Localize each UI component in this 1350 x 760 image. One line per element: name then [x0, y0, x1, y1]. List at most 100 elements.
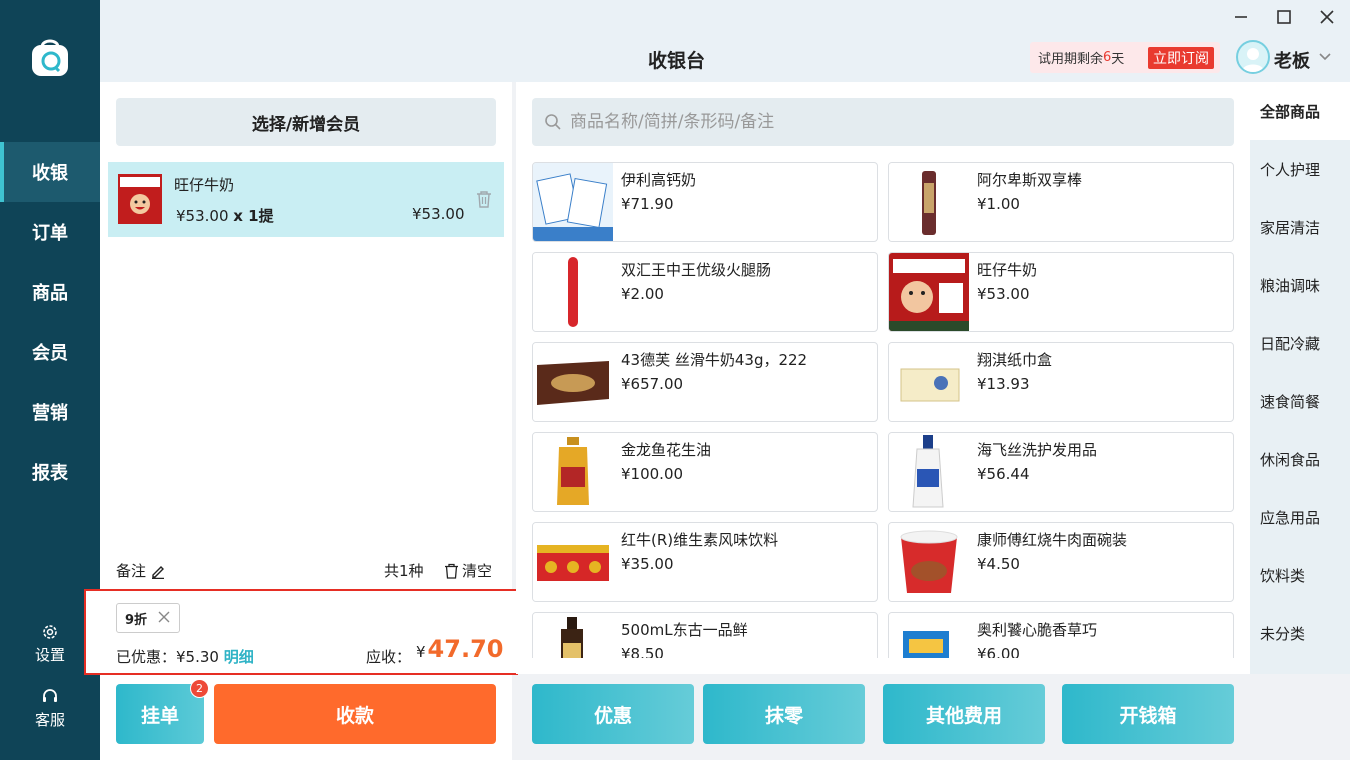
nav-label: 营销: [32, 403, 68, 424]
clear-cart-button[interactable]: 清空: [444, 560, 492, 581]
remark-button[interactable]: 备注: [116, 560, 166, 581]
saved-label: 已优惠：: [116, 648, 177, 666]
product-image: [889, 523, 969, 601]
due-amount: ¥47.70: [416, 635, 503, 663]
cart-item[interactable]: 旺仔牛奶 ¥53.00 x 1提 ¥53.00: [108, 162, 504, 237]
product-name: 阿尔卑斯双享棒: [977, 171, 1083, 189]
page-title: 收银台: [648, 50, 706, 72]
round-off-button[interactable]: 抹零: [703, 684, 865, 744]
chevron-down-icon[interactable]: [1318, 52, 1332, 62]
product-card[interactable]: 奥利饕心脆香草巧 ¥6.00: [888, 612, 1234, 658]
category-item[interactable]: 个人护理: [1250, 140, 1350, 198]
product-image: [533, 613, 613, 658]
category-item[interactable]: 粮油调味: [1250, 256, 1350, 314]
product-price: ¥53.00: [977, 285, 1030, 303]
product-card[interactable]: 500mL东古一品鲜 ¥8.50: [532, 612, 878, 658]
search-bar: [532, 98, 1234, 146]
cart-item-subtotal: ¥53.00: [412, 205, 465, 223]
product-name: 双汇王中王优级火腿肠: [621, 261, 772, 279]
headset-icon: [43, 689, 57, 702]
nav-marketing[interactable]: 营销: [0, 382, 100, 442]
due-value: 47.70: [427, 635, 504, 663]
product-card[interactable]: 翔淇纸巾盒 ¥13.93: [888, 342, 1234, 422]
product-card[interactable]: 旺仔牛奶 ¥53.00: [888, 252, 1234, 332]
category-item[interactable]: 家居清洁: [1250, 198, 1350, 256]
product-name: 翔淇纸巾盒: [977, 351, 1053, 369]
nav-members[interactable]: 会员: [0, 322, 100, 382]
trial-unit: 天: [1111, 52, 1125, 67]
checkout-button[interactable]: 收款: [214, 684, 496, 744]
nav-reports[interactable]: 报表: [0, 442, 100, 502]
category-item[interactable]: 未分类: [1250, 604, 1350, 662]
other-fees-button[interactable]: 其他费用: [883, 684, 1045, 744]
minimize-icon[interactable]: [1230, 6, 1252, 28]
edit-icon: [152, 565, 165, 579]
discount-tag[interactable]: 9折: [116, 603, 180, 633]
saved-amount: 已优惠：¥5.30 明细: [116, 646, 254, 667]
close-icon[interactable]: [156, 609, 172, 625]
gear-icon: [43, 625, 57, 639]
product-price: ¥100.00: [621, 465, 684, 483]
trial-banner: 试用期剩余 6 天 立即订阅: [1030, 42, 1220, 73]
product-card[interactable]: 43德芙 丝滑牛奶43g，222 ¥657.00: [532, 342, 878, 422]
cart-item-unit-price: ¥53.00: [176, 207, 229, 225]
product-image: [889, 613, 969, 658]
clear-label: 清空: [462, 562, 493, 580]
topbar: 收银台 试用期剩余 6 天 立即订阅 老板: [100, 0, 1350, 82]
discount-tag-label: 9折: [125, 612, 148, 628]
avatar[interactable]: [1236, 40, 1270, 74]
product-name: 海飞丝洗护发用品: [977, 441, 1098, 459]
user-icon: [1242, 48, 1264, 72]
product-card[interactable]: 金龙鱼花生油 ¥100.00: [532, 432, 878, 512]
support-button[interactable]: 客服: [0, 688, 100, 730]
detail-link[interactable]: 明细: [224, 648, 254, 666]
select-member-button[interactable]: 选择/新增会员: [116, 98, 496, 146]
category-item[interactable]: 休闲食品: [1250, 430, 1350, 488]
product-name: 金龙鱼花生油: [621, 441, 712, 459]
cart-item-name: 旺仔牛奶: [174, 176, 235, 194]
product-name: 500mL东古一品鲜: [621, 621, 748, 639]
nav-products[interactable]: 商品: [0, 262, 100, 322]
maximize-icon[interactable]: [1273, 6, 1295, 28]
category-item[interactable]: 日配冷藏: [1250, 314, 1350, 372]
discount-button[interactable]: 优惠: [532, 684, 694, 744]
category-item[interactable]: 速食简餐: [1250, 372, 1350, 430]
product-price: ¥657.00: [621, 375, 684, 393]
user-name[interactable]: 老板: [1274, 47, 1310, 73]
nav-label: 报表: [32, 463, 68, 484]
category-item[interactable]: 应急用品: [1250, 488, 1350, 546]
product-card[interactable]: 海飞丝洗护发用品 ¥56.44: [888, 432, 1234, 512]
nav-cashier[interactable]: 收银: [0, 142, 100, 202]
product-name: 红牛(R)维生素风味饮料: [621, 531, 779, 549]
product-name: 康师傅红烧牛肉面碗装: [977, 531, 1128, 549]
saved-value: ¥5.30: [176, 648, 219, 666]
close-icon[interactable]: [1316, 6, 1338, 28]
category-item[interactable]: 饮料类: [1250, 546, 1350, 604]
search-input[interactable]: [570, 98, 1220, 146]
product-card[interactable]: 康师傅红烧牛肉面碗装 ¥4.50: [888, 522, 1234, 602]
trash-icon[interactable]: [476, 190, 492, 208]
product-image: [889, 163, 969, 241]
product-image: [533, 523, 613, 601]
product-card[interactable]: 红牛(R)维生素风味饮料 ¥35.00: [532, 522, 878, 602]
product-price: ¥1.00: [977, 195, 1020, 213]
search-icon: [545, 114, 561, 130]
product-price: ¥56.44: [977, 465, 1030, 483]
product-image: [533, 253, 613, 331]
trial-text: 试用期剩余: [1038, 52, 1104, 67]
product-name: 伊利高钙奶: [621, 171, 697, 189]
nav-orders[interactable]: 订单: [0, 202, 100, 262]
app-logo-icon: [32, 39, 68, 76]
nav-label: 会员: [32, 343, 68, 364]
product-card[interactable]: 伊利高钙奶 ¥71.90: [532, 162, 878, 242]
product-card[interactable]: 阿尔卑斯双享棒 ¥1.00: [888, 162, 1234, 242]
trial-days: 6: [1103, 50, 1112, 65]
cart-panel: 选择/新增会员 旺仔牛奶 ¥53.00 x 1提 ¥53.00 备注 共1种 清…: [84, 82, 518, 760]
subscribe-button[interactable]: 立即订阅: [1148, 47, 1214, 69]
product-image: [533, 433, 613, 511]
product-price: ¥4.50: [977, 555, 1020, 573]
product-price: ¥6.00: [977, 645, 1020, 658]
product-card[interactable]: 双汇王中王优级火腿肠 ¥2.00: [532, 252, 878, 332]
category-all[interactable]: 全部商品: [1250, 82, 1350, 140]
open-cash-drawer-button[interactable]: 开钱箱: [1062, 684, 1234, 744]
